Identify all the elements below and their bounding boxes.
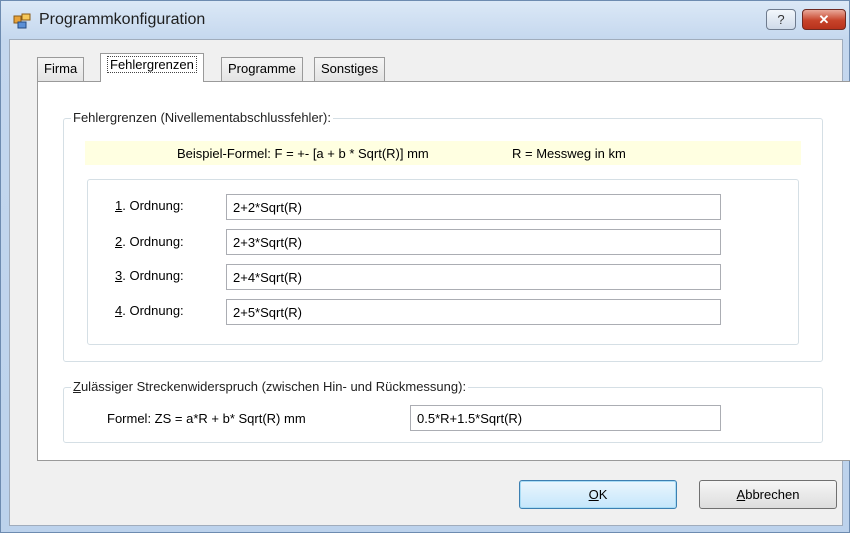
tab-fehlergrenzen[interactable]: Fehlergrenzen bbox=[100, 53, 204, 82]
order-2-label: 2. Ordnung: bbox=[115, 234, 184, 249]
dialog-window: Programmkonfiguration ? ✕ Firma Fehlergr… bbox=[0, 0, 850, 533]
order-2-input[interactable] bbox=[226, 229, 721, 255]
cancel-button-label: Abbrechen bbox=[736, 487, 800, 502]
help-icon: ? bbox=[777, 12, 785, 27]
example-note: R = Messweg in km bbox=[512, 146, 626, 161]
error-limits-group-title: Fehlergrenzen (Nivellementabschlussfehle… bbox=[71, 110, 333, 125]
close-icon: ✕ bbox=[818, 11, 830, 27]
tab-firma[interactable]: Firma bbox=[37, 57, 85, 81]
close-button[interactable]: ✕ bbox=[802, 9, 846, 30]
example-formula-hint: Beispiel-Formel: F = +- [a + b * Sqrt(R)… bbox=[85, 141, 801, 165]
cancel-button[interactable]: Abbrechen bbox=[699, 480, 837, 509]
order-4-input[interactable] bbox=[226, 299, 721, 325]
tab-programme[interactable]: Programme bbox=[221, 57, 303, 81]
tab-label: Fehlergrenzen bbox=[107, 56, 197, 73]
order-1-label: 1. Ordnung: bbox=[115, 198, 184, 213]
help-button[interactable]: ? bbox=[766, 9, 796, 30]
order-4-label: 4. Ordnung: bbox=[115, 303, 184, 318]
distance-group-title: Zulässiger Streckenwiderspruch (zwischen… bbox=[71, 379, 469, 394]
title-bar[interactable]: Programmkonfiguration ? ✕ bbox=[1, 1, 850, 39]
distance-formula-label: Formel: ZS = a*R + b* Sqrt(R) mm bbox=[107, 411, 306, 426]
tab-label: Programme bbox=[228, 61, 296, 76]
window-title: Programmkonfiguration bbox=[39, 11, 206, 28]
ok-button-label: OK bbox=[588, 487, 608, 502]
tab-sonstiges[interactable]: Sonstiges bbox=[314, 57, 386, 81]
order-3-label: 3. Ordnung: bbox=[115, 268, 184, 283]
order-1-input[interactable] bbox=[226, 194, 721, 220]
tab-label: Sonstiges bbox=[321, 61, 379, 76]
app-icon bbox=[13, 13, 31, 29]
order-3-input[interactable] bbox=[226, 264, 721, 290]
tab-label: Firma bbox=[44, 61, 78, 76]
distance-formula-input[interactable] bbox=[410, 405, 721, 431]
ok-button[interactable]: OK bbox=[519, 480, 677, 509]
example-formula: Beispiel-Formel: F = +- [a + b * Sqrt(R)… bbox=[177, 146, 429, 161]
